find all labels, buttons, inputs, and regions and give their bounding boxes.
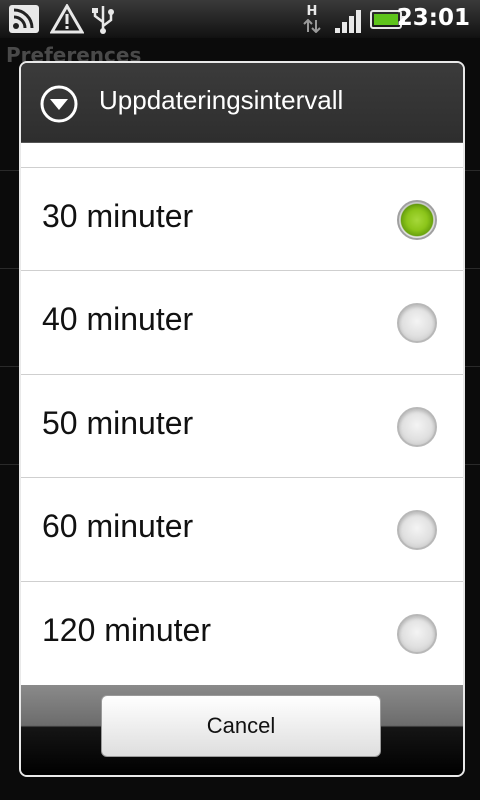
list-item-partial [21,143,463,167]
option-50-minuter[interactable]: 50 minuter [21,374,463,477]
option-label: 60 minuter [42,508,194,544]
radio-button[interactable] [397,614,437,654]
status-bar: H 23:01 [0,0,480,38]
clock: 23:01 [396,5,470,31]
usb-icon [92,6,114,34]
option-120-minuter[interactable]: 120 minuter [21,581,463,684]
radio-button-selected[interactable] [397,200,437,240]
warning-icon [50,4,84,34]
update-interval-dialog: Uppdateringsintervall 30 minuter 40 minu… [19,61,465,777]
option-40-minuter[interactable]: 40 minuter [21,270,463,373]
network-type-label: H [306,4,318,19]
signal-icon [335,10,361,33]
radio-button[interactable] [397,407,437,447]
option-list[interactable]: 30 minuter 40 minuter 50 minuter 60 minu… [21,143,463,685]
chevron-down-circle-icon [40,85,78,123]
option-label: 120 minuter [42,612,211,648]
option-30-minuter[interactable]: 30 minuter [21,167,463,270]
option-label: 40 minuter [42,301,194,337]
cancel-button[interactable]: Cancel [101,695,381,757]
dialog-title: Uppdateringsintervall [99,85,344,115]
option-60-minuter[interactable]: 60 minuter [21,477,463,580]
dialog-footer: Cancel [21,685,463,775]
option-label: 30 minuter [42,198,194,234]
option-label: 50 minuter [42,405,194,441]
radio-button[interactable] [397,303,437,343]
network-type-icon: H [302,4,322,34]
radio-button[interactable] [397,510,437,550]
rss-feed-icon [9,5,39,33]
dialog-header: Uppdateringsintervall [21,63,463,143]
